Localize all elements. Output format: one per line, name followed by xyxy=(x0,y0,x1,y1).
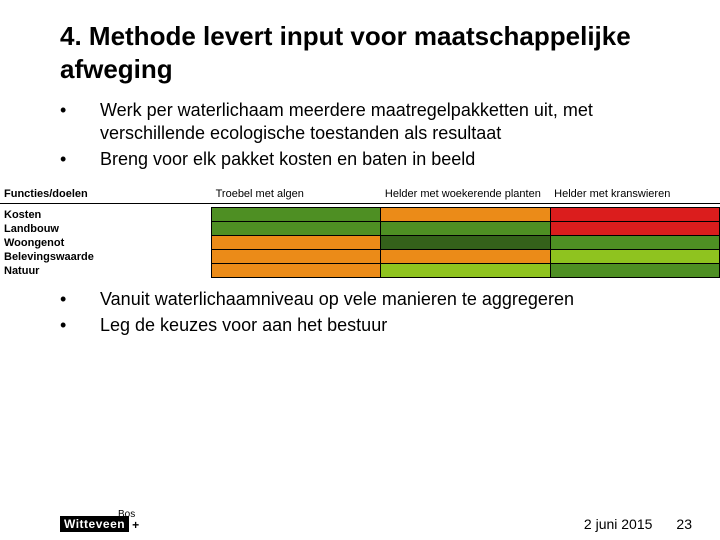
bullet-dot: • xyxy=(60,148,100,171)
matrix-cell xyxy=(381,208,550,222)
matrix-row: Natuur xyxy=(0,264,720,278)
matrix-cell xyxy=(550,208,719,222)
matrix-col-header: Helder met woekerende planten xyxy=(381,187,550,204)
bullet-dot: • xyxy=(60,99,100,146)
slide-footer: Bos Witteveen + 2 juni 2015 23 xyxy=(0,509,720,532)
logo-plus: + xyxy=(132,518,139,532)
matrix-cell xyxy=(381,222,550,236)
matrix-cell xyxy=(550,236,719,250)
footer-date: 2 juni 2015 xyxy=(584,516,653,532)
matrix-row-label: Belevingswaarde xyxy=(0,250,212,264)
bullet-dot: • xyxy=(60,288,100,311)
matrix-cell xyxy=(381,264,550,278)
matrix-cell xyxy=(381,236,550,250)
bullet-item: • Leg de keuzes voor aan het bestuur xyxy=(60,314,660,337)
bullet-dot: • xyxy=(60,314,100,337)
matrix-cell xyxy=(212,264,381,278)
matrix-cell xyxy=(212,208,381,222)
matrix-cell xyxy=(550,264,719,278)
assessment-matrix: Functies/doelen Troebel met algen Helder… xyxy=(0,187,720,278)
logo-bottom-text: Witteveen xyxy=(60,516,129,532)
bullet-text: Leg de keuzes voor aan het bestuur xyxy=(100,314,660,337)
matrix-col-header: Helder met kranswieren xyxy=(550,187,719,204)
matrix-row: Landbouw xyxy=(0,222,720,236)
matrix-row-label: Landbouw xyxy=(0,222,212,236)
matrix-row-label: Natuur xyxy=(0,264,212,278)
bullet-item: • Vanuit waterlichaamniveau op vele mani… xyxy=(60,288,660,311)
matrix-col-header: Troebel met algen xyxy=(212,187,381,204)
bullet-text: Vanuit waterlichaamniveau op vele manier… xyxy=(100,288,660,311)
bullet-text: Breng voor elk pakket kosten en baten in… xyxy=(100,148,660,171)
matrix-cell xyxy=(550,250,719,264)
matrix-row-label: Kosten xyxy=(0,208,212,222)
footer-page-number: 23 xyxy=(676,516,692,532)
matrix-head-label: Functies/doelen xyxy=(0,187,212,204)
matrix-row: Belevingswaarde xyxy=(0,250,720,264)
matrix-cell xyxy=(212,222,381,236)
bullet-item: • Werk per waterlichaam meerdere maatreg… xyxy=(60,99,660,146)
bullets-top: • Werk per waterlichaam meerdere maatreg… xyxy=(0,99,720,183)
matrix-cell xyxy=(212,236,381,250)
matrix-row-label: Woongenot xyxy=(0,236,212,250)
matrix-cell xyxy=(212,250,381,264)
slide-title: 4. Methode levert input voor maatschappe… xyxy=(0,20,720,99)
bullet-item: • Breng voor elk pakket kosten en baten … xyxy=(60,148,660,171)
bullets-bottom: • Vanuit waterlichaamniveau op vele mani… xyxy=(0,288,720,349)
matrix-row: Kosten xyxy=(0,208,720,222)
matrix-cell xyxy=(550,222,719,236)
matrix-cell xyxy=(381,250,550,264)
bullet-text: Werk per waterlichaam meerdere maatregel… xyxy=(100,99,660,146)
logo: Bos Witteveen + xyxy=(60,509,139,532)
matrix-row: Woongenot xyxy=(0,236,720,250)
